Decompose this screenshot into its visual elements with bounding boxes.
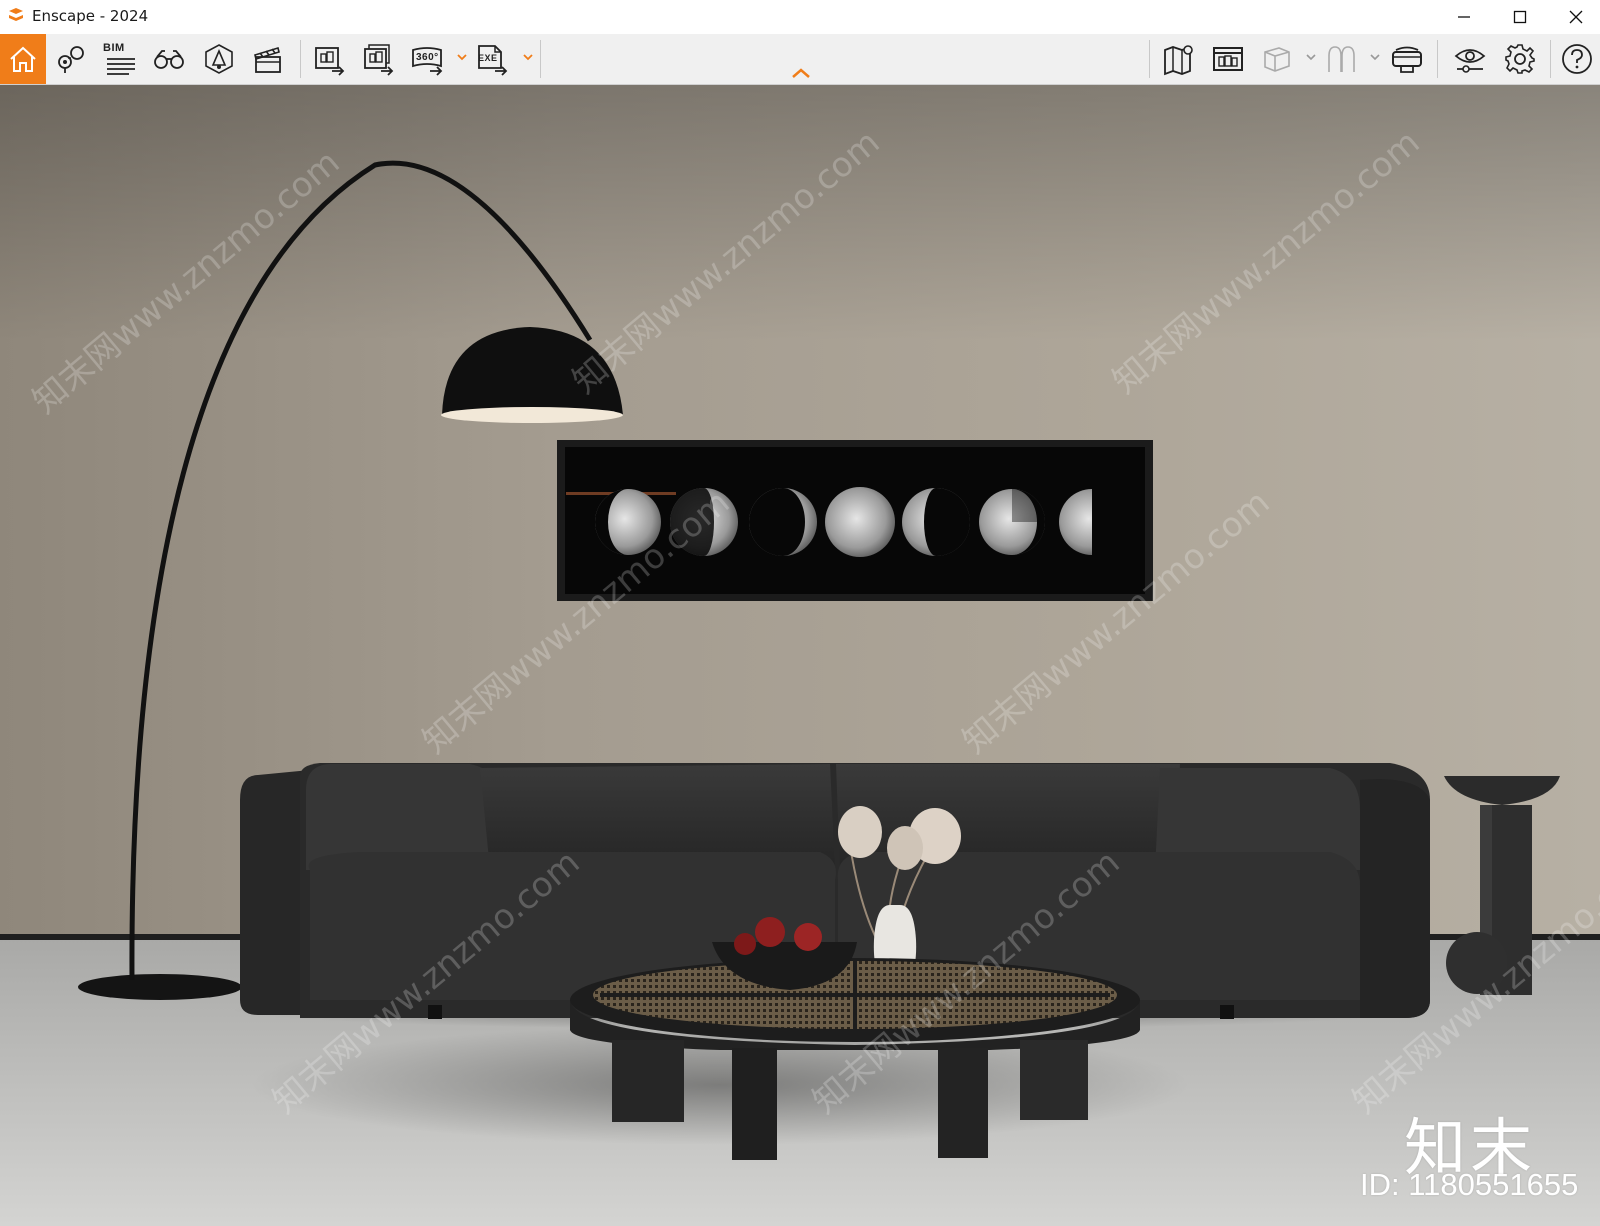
close-icon xyxy=(1569,10,1583,23)
home-button[interactable] xyxy=(0,34,46,84)
asset-library-button[interactable] xyxy=(1207,38,1249,80)
export-exe-button[interactable]: EXE xyxy=(471,38,513,80)
map-button[interactable] xyxy=(1158,38,1200,80)
asset-library-icon xyxy=(1213,47,1243,71)
window-title: Enscape - 2024 xyxy=(32,7,149,25)
panorama-dropdown-chevron-icon[interactable] xyxy=(456,51,468,63)
panorama-label: 360° xyxy=(416,52,439,63)
render-screenshot-button[interactable] xyxy=(308,38,350,80)
binoculars-icon xyxy=(154,50,184,69)
home-icon xyxy=(10,46,36,72)
watermark-id-text: ID: 1180551655 xyxy=(1360,1167,1579,1202)
bim-label: BIM xyxy=(103,42,125,54)
visibility-button[interactable] xyxy=(1449,38,1491,80)
vr-headset-icon xyxy=(1392,46,1422,73)
gear-icon xyxy=(1505,44,1535,74)
section-dropdown-chevron-icon[interactable] xyxy=(1369,51,1381,63)
collapse-toolbar-chevron-icon[interactable] xyxy=(790,66,812,80)
batch-render-button[interactable] xyxy=(357,38,399,80)
material-box-button[interactable] xyxy=(1256,38,1298,80)
box-icon xyxy=(1264,47,1290,72)
eye-settings-icon xyxy=(1454,49,1486,73)
batch-render-icon xyxy=(364,44,394,76)
render-viewport[interactable]: 知末网www.znzmo.com 知末网www.znzmo.com 知末网www… xyxy=(0,85,1600,1226)
close-button[interactable] xyxy=(1548,0,1600,33)
minimize-icon xyxy=(1458,15,1470,18)
maximize-icon xyxy=(1513,10,1527,23)
map-pin-views-icon xyxy=(58,46,84,73)
toolbar-separator xyxy=(1437,40,1438,78)
help-button[interactable] xyxy=(1556,38,1598,80)
box-dropdown-chevron-icon[interactable] xyxy=(1305,51,1317,63)
arch-section-icon xyxy=(1328,46,1355,72)
settings-button[interactable] xyxy=(1499,38,1541,80)
light-view-button[interactable] xyxy=(198,38,240,80)
render-screenshot-icon xyxy=(315,47,345,76)
maximize-button[interactable] xyxy=(1492,0,1548,33)
binoculars-button[interactable] xyxy=(148,38,190,80)
toolbar-separator xyxy=(300,40,301,78)
export-exe-label: EXE xyxy=(478,53,498,63)
help-icon xyxy=(1562,44,1592,74)
toolbar-separator xyxy=(1550,40,1551,78)
light-view-icon xyxy=(205,44,233,74)
panorama-button[interactable]: 360° xyxy=(406,38,448,80)
toolbar-separator xyxy=(1149,40,1150,78)
clapperboard-icon xyxy=(254,46,281,73)
views-button[interactable] xyxy=(50,38,92,80)
bim-info-button[interactable]: BIM xyxy=(99,38,141,80)
minimize-button[interactable] xyxy=(1436,0,1492,33)
enscape-logo-icon xyxy=(9,8,23,21)
export-dropdown-chevron-icon[interactable] xyxy=(522,51,534,63)
map-icon xyxy=(1164,45,1193,76)
toolbar-separator xyxy=(540,40,541,78)
video-editor-button[interactable] xyxy=(247,38,289,80)
section-button[interactable] xyxy=(1321,38,1363,80)
title-bar: Enscape - 2024 xyxy=(0,0,1600,33)
vr-headset-button[interactable] xyxy=(1386,38,1428,80)
